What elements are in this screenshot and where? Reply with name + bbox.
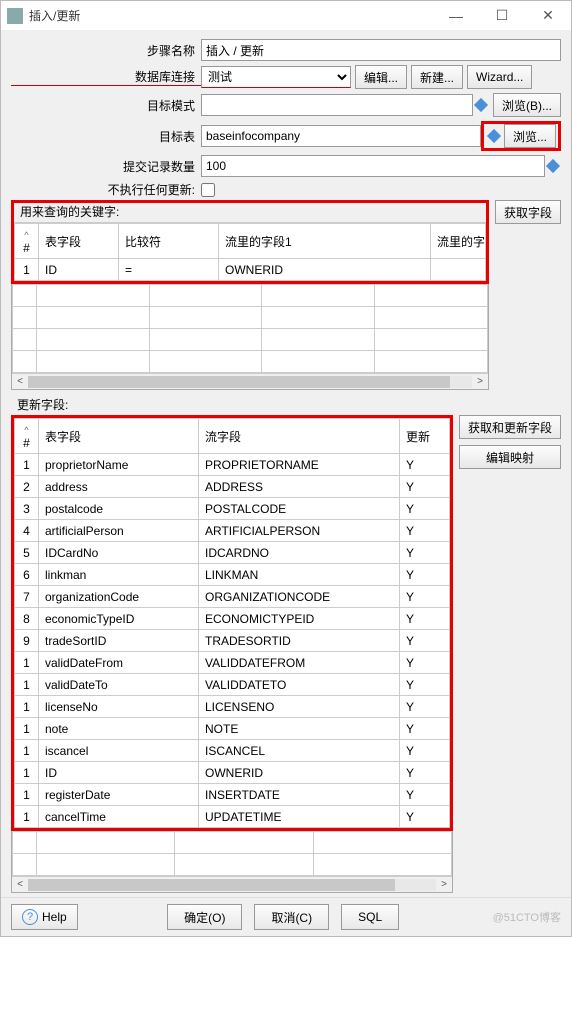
hscrollbar[interactable]: < >	[12, 876, 452, 892]
keys-header-num[interactable]: ^#	[15, 224, 39, 259]
diamond-icon	[546, 159, 560, 173]
table-row[interactable]: 1validDateToVALIDDATETOY	[15, 674, 450, 696]
commit-size-input[interactable]	[201, 155, 545, 177]
keys-header-stream2[interactable]: 流里的字	[430, 224, 485, 259]
table-row[interactable]: 5IDCardNoIDCARDNOY	[15, 542, 450, 564]
table-row[interactable]: 7organizationCodeORGANIZATIONCODEY	[15, 586, 450, 608]
keys-header-stream1[interactable]: 流里的字段1	[219, 224, 431, 259]
target-schema-label: 目标模式	[11, 97, 201, 114]
table-row[interactable]: 1iscancelISCANCELY	[15, 740, 450, 762]
update-header-upd[interactable]: 更新	[399, 419, 449, 454]
table-row[interactable]: 1proprietorNamePROPRIETORNAMEY	[15, 454, 450, 476]
footer: ? Help 确定(O) 取消(C) SQL @51CTO博客	[1, 897, 571, 936]
table-row[interactable]	[13, 329, 488, 351]
table-row[interactable]	[13, 307, 488, 329]
target-table-input[interactable]	[201, 125, 481, 147]
table-row[interactable]: 6linkmanLINKMANY	[15, 564, 450, 586]
sql-button[interactable]: SQL	[341, 904, 399, 930]
get-update-fields-button[interactable]: 获取和更新字段	[459, 415, 561, 439]
diamond-icon	[487, 129, 501, 143]
close-button[interactable]: ✕	[525, 1, 571, 31]
edit-mapping-button[interactable]: 编辑映射	[459, 445, 561, 469]
table-row[interactable]: 1registerDateINSERTDATEY	[15, 784, 450, 806]
minimize-button[interactable]: —	[433, 1, 479, 31]
help-icon: ?	[22, 909, 38, 925]
target-table-label: 目标表	[11, 128, 201, 145]
table-row[interactable]: 1validDateFromVALIDDATEFROMY	[15, 652, 450, 674]
table-row[interactable]	[13, 351, 488, 373]
table-row[interactable]: 8economicTypeIDECONOMICTYPEIDY	[15, 608, 450, 630]
diamond-icon	[474, 98, 488, 112]
table-row[interactable]: 1noteNOTEY	[15, 718, 450, 740]
browse-table-button[interactable]: 浏览...	[504, 124, 556, 148]
keys-highlight: 用来查询的关键字: ^# 表字段 比较符 流里的字段1 流里的字	[11, 200, 489, 284]
table-row[interactable]	[13, 854, 452, 876]
update-table: ^# 表字段 流字段 更新 1proprietorNamePROPRIETORN…	[14, 418, 450, 828]
db-conn-label: 数据库连接	[11, 68, 201, 86]
update-section-label: 更新字段:	[11, 396, 561, 415]
window-title: 插入/更新	[29, 7, 433, 24]
keys-header-field[interactable]: 表字段	[39, 224, 119, 259]
table-row[interactable]: 4artificialPersonARTIFICIALPERSONY	[15, 520, 450, 542]
no-update-label: 不执行任何更新:	[81, 181, 201, 198]
scroll-left-icon[interactable]: <	[12, 376, 28, 387]
keys-header-compare[interactable]: 比较符	[119, 224, 219, 259]
watermark: @51CTO博客	[493, 909, 561, 925]
step-name-input[interactable]	[201, 39, 561, 61]
table-row[interactable]: 1IDOWNERIDY	[15, 762, 450, 784]
browse-table-highlight: 浏览...	[481, 121, 561, 151]
update-highlight: ^# 表字段 流字段 更新 1proprietorNamePROPRIETORN…	[11, 415, 453, 831]
help-button[interactable]: ? Help	[11, 904, 78, 930]
update-header-num[interactable]: ^#	[15, 419, 39, 454]
new-conn-button[interactable]: 新建...	[411, 65, 463, 89]
table-row[interactable]: 9tradeSortIDTRADESORTIDY	[15, 630, 450, 652]
keys-section-label: 用来查询的关键字:	[14, 203, 486, 222]
table-row[interactable]	[13, 832, 452, 854]
table-row[interactable]: 2addressADDRESSY	[15, 476, 450, 498]
table-row[interactable]: 1ID=OWNERID	[15, 259, 486, 281]
table-row[interactable]: 1licenseNoLICENSENOY	[15, 696, 450, 718]
edit-conn-button[interactable]: 编辑...	[355, 65, 407, 89]
scroll-right-icon[interactable]: >	[436, 879, 452, 890]
db-conn-select[interactable]: 测试	[201, 66, 351, 88]
no-update-checkbox[interactable]	[201, 183, 215, 197]
table-row[interactable]	[13, 285, 488, 307]
hscrollbar[interactable]: < >	[12, 373, 488, 389]
get-fields-button[interactable]: 获取字段	[495, 200, 561, 224]
update-header-stream[interactable]: 流字段	[199, 419, 400, 454]
step-name-label: 步骤名称	[11, 42, 201, 59]
update-header-field[interactable]: 表字段	[39, 419, 199, 454]
scroll-right-icon[interactable]: >	[472, 376, 488, 387]
wizard-button[interactable]: Wizard...	[467, 65, 532, 89]
app-icon	[7, 8, 23, 24]
table-row[interactable]: 3postalcodePOSTALCODEY	[15, 498, 450, 520]
browse-schema-button[interactable]: 浏览(B)...	[493, 93, 561, 117]
help-label: Help	[42, 910, 67, 924]
commit-size-label: 提交记录数量	[11, 158, 201, 175]
keys-table: ^# 表字段 比较符 流里的字段1 流里的字 1ID=OWNERID	[14, 223, 486, 281]
titlebar: 插入/更新 — ☐ ✕	[1, 1, 571, 31]
scroll-left-icon[interactable]: <	[12, 879, 28, 890]
cancel-button[interactable]: 取消(C)	[254, 904, 329, 930]
target-schema-input[interactable]	[201, 94, 473, 116]
dialog-window: 插入/更新 — ☐ ✕ 步骤名称 数据库连接 测试 编辑... 新建... Wi…	[0, 0, 572, 937]
maximize-button[interactable]: ☐	[479, 1, 525, 31]
ok-button[interactable]: 确定(O)	[167, 904, 242, 930]
table-row[interactable]: 1cancelTimeUPDATETIMEY	[15, 806, 450, 828]
